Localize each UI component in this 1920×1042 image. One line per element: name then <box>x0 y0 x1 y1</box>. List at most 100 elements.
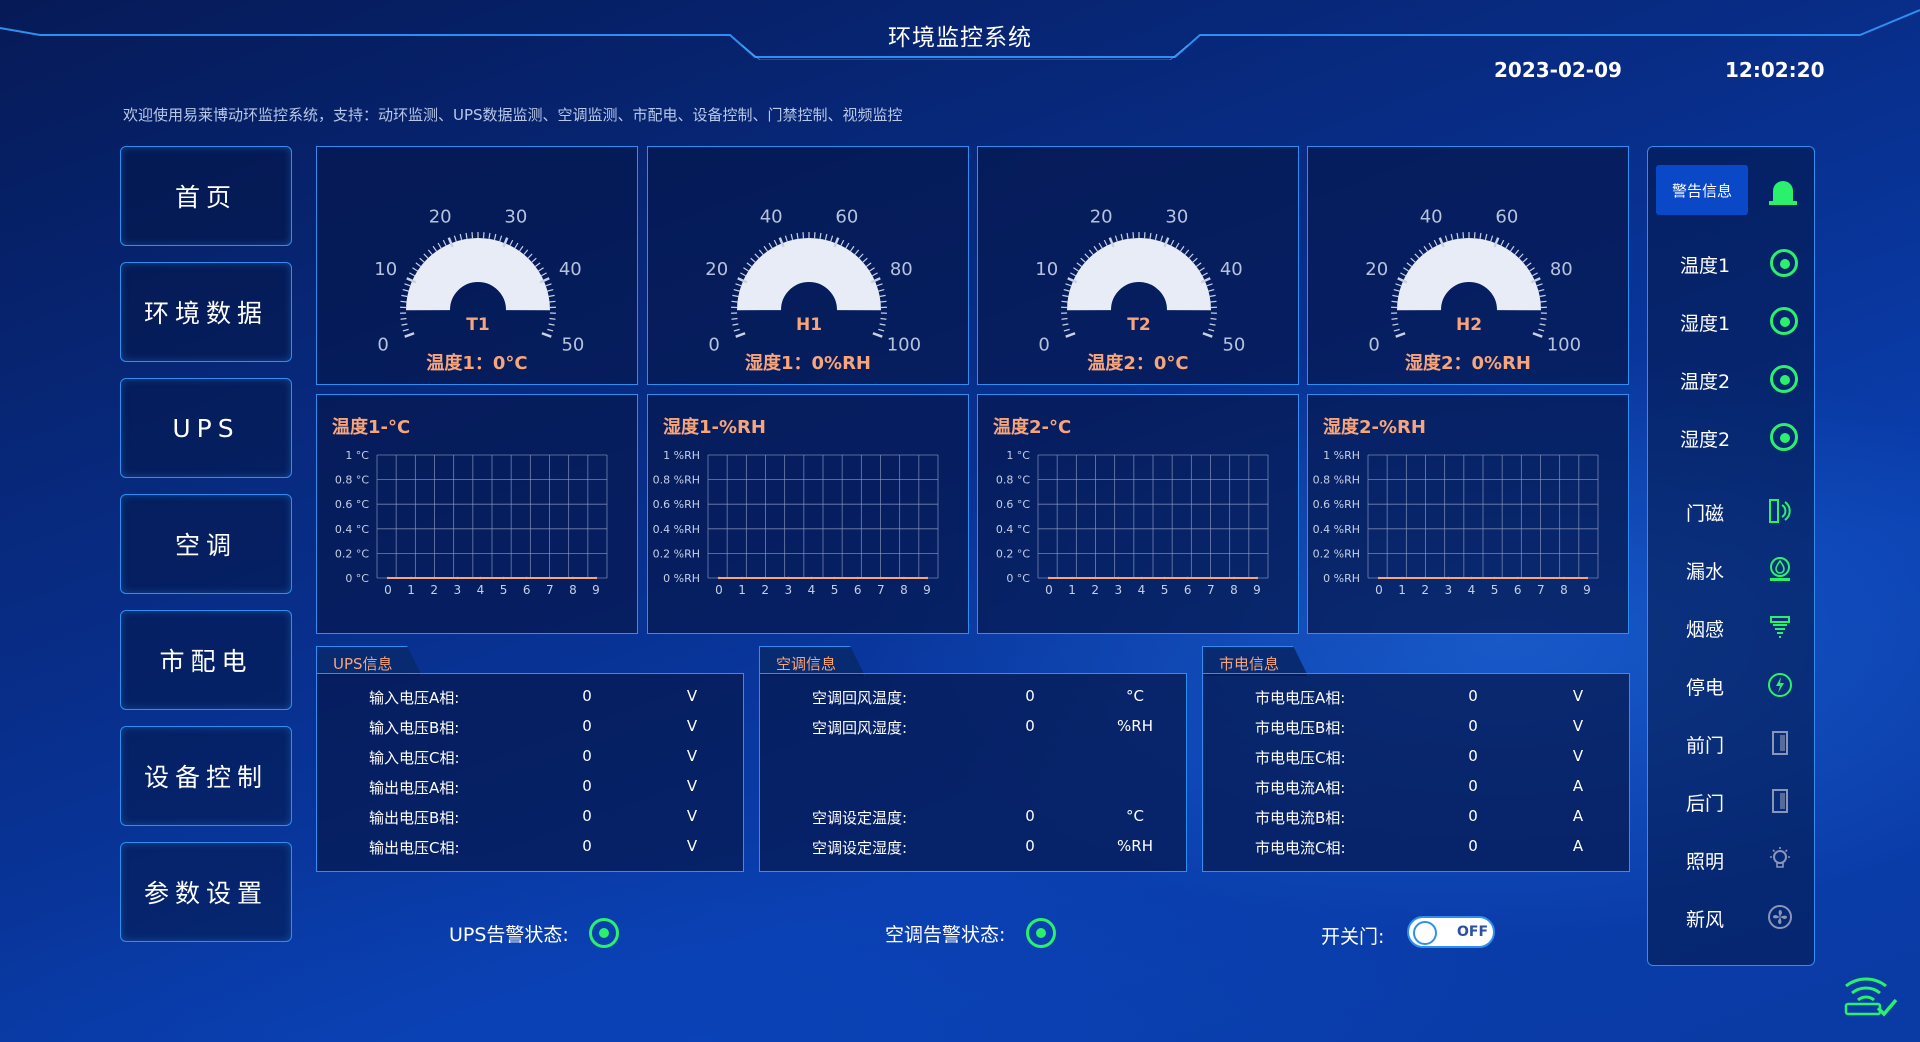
gauge-minor-tick <box>731 300 738 303</box>
gauge-minor-tick <box>400 317 407 320</box>
gauge-tick-label: 40 <box>559 259 582 280</box>
y-tick-label: 0.8 %RH <box>1313 474 1360 487</box>
gauge-minor-tick <box>830 235 834 242</box>
gauge-band <box>1067 238 1211 312</box>
gauge-minor-tick <box>1063 328 1070 332</box>
table-row: 空调回风温度: 0 °C <box>760 687 1186 717</box>
gauge-minor-tick <box>465 232 468 239</box>
gauge-minor-tick <box>1062 323 1069 326</box>
nav-environment-button[interactable]: 环境数据 <box>120 262 292 362</box>
gauge-minor-tick <box>1084 253 1090 259</box>
device-label: 门磁 <box>1685 503 1724 525</box>
gauge-minor-tick <box>1070 272 1076 277</box>
x-tick-label: 9 <box>923 583 931 597</box>
data-point <box>1070 576 1074 580</box>
gauge-name-label: H1 <box>796 315 822 335</box>
alarm-siren-icon <box>1769 181 1797 205</box>
data-point <box>1377 576 1381 580</box>
data-point <box>479 576 482 580</box>
gauge-band <box>406 238 550 312</box>
gauge-minor-tick <box>1199 267 1205 272</box>
x-tick-label: 5 <box>1491 583 1499 597</box>
gauge-minor-tick <box>1428 242 1433 249</box>
gauge-minor-tick <box>1088 249 1094 255</box>
ups-info-table: 输入电压A相: 0 V 输入电压B相: 0 V 输入电压C相: 0 V 输出电压A相: 0 V … <box>316 673 744 872</box>
row-value: 0 <box>1025 717 1035 735</box>
gauge-minor-tick <box>878 288 885 292</box>
gauge-minor-tick <box>400 300 407 303</box>
row-unit: V <box>686 807 698 825</box>
data-point <box>1232 576 1236 580</box>
gauge-major-tick <box>1202 332 1213 338</box>
x-tick-label: 0 <box>1375 583 1383 597</box>
toggle-knob <box>1413 921 1437 945</box>
y-tick-label: 0.2 %RH <box>653 547 700 560</box>
gauge-minor-tick <box>442 239 447 246</box>
alarm-info-button[interactable]: 警告信息 <box>1656 165 1748 215</box>
nav-home-button[interactable]: 首页 <box>120 146 292 246</box>
row-label: 市电电流A相: <box>1255 779 1346 797</box>
data-point <box>571 576 575 580</box>
ups-alarm-status-icon <box>589 918 619 948</box>
gauge-minor-tick <box>1540 300 1547 303</box>
gauge-minor-tick <box>1392 323 1399 326</box>
y-tick-label: 1 °C <box>1006 449 1030 462</box>
y-tick-label: 0.8 °C <box>335 474 369 487</box>
gauge-minor-tick <box>401 323 408 326</box>
chart-panel-humi2: 湿度2-%RH 0 %RH 0.2 %RH 0.4 %RH 0.6 %RH 0.8 %R… <box>1307 394 1629 634</box>
data-point <box>787 576 790 580</box>
door-toggle-switch[interactable]: OFF <box>1407 916 1495 948</box>
nav-device-control-button[interactable]: 设备控制 <box>120 726 292 826</box>
row-value: 0 <box>1468 807 1478 825</box>
device-label: 后门 <box>1685 793 1724 815</box>
row-unit: V <box>686 837 698 855</box>
nav-aircon-button[interactable]: 空调 <box>120 494 292 594</box>
sensor-label: 温度2 <box>1679 371 1731 393</box>
data-point <box>1470 576 1473 580</box>
gauge-minor-tick <box>547 288 554 292</box>
x-tick-label: 4 <box>1138 583 1146 597</box>
table-row: 输出电压B相: 0 V <box>317 807 743 837</box>
gauge-band <box>737 238 881 312</box>
nav-ups-button[interactable]: UPS <box>120 378 292 478</box>
gauge-minor-tick <box>493 233 497 241</box>
gauge-minor-tick <box>1522 257 1528 263</box>
table-row: 空调设定湿度: 0 %RH <box>760 837 1186 867</box>
data-point <box>810 576 813 580</box>
row-value: 0 <box>1025 687 1035 705</box>
row-label: 空调设定温度: <box>812 809 908 827</box>
gauge-minor-tick <box>1540 317 1547 320</box>
date-display: 2023-02-09 <box>1494 58 1622 82</box>
gauge-tick-label: 60 <box>835 206 858 227</box>
data-point <box>833 576 836 580</box>
nav-power-button[interactable]: 市配电 <box>120 610 292 710</box>
data-point <box>1493 576 1496 580</box>
gauge-tick-label: 40 <box>760 206 783 227</box>
smoke-detector-icon <box>1770 616 1790 638</box>
row-label: 市电电流B相: <box>1255 809 1346 827</box>
row-label: 空调设定湿度: <box>812 839 908 857</box>
data-point <box>925 576 929 580</box>
row-value: 0 <box>1468 777 1478 795</box>
y-tick-label: 0.4 %RH <box>653 523 700 536</box>
x-tick-label: 1 <box>738 583 746 597</box>
gauge-minor-tick <box>740 272 746 277</box>
y-tick-label: 0 °C <box>1006 572 1030 585</box>
gauge-minor-tick <box>1406 262 1413 267</box>
gauge-panel-h1: 0 20 40 60 80 100 H1 湿度1：0%RH <box>647 146 969 385</box>
data-point <box>1424 576 1427 580</box>
gauge-minor-tick <box>1456 232 1459 239</box>
y-tick-label: 0.8 °C <box>996 474 1030 487</box>
fan-icon <box>1768 905 1792 929</box>
nav-settings-button[interactable]: 参数设置 <box>120 842 292 942</box>
x-tick-label: 0 <box>384 583 392 597</box>
gauge-minor-tick <box>1414 253 1420 259</box>
gauge-tick-label: 40 <box>1220 259 1243 280</box>
sensor-label: 湿度2 <box>1679 429 1731 451</box>
row-value: 0 <box>582 807 592 825</box>
gauge-minor-tick <box>1209 294 1216 298</box>
gauge-name-label: T1 <box>466 315 489 335</box>
wifi-check-logo-icon <box>1844 977 1898 1017</box>
row-label: 输出电压C相: <box>369 839 460 857</box>
gauge-minor-tick <box>1510 245 1515 252</box>
